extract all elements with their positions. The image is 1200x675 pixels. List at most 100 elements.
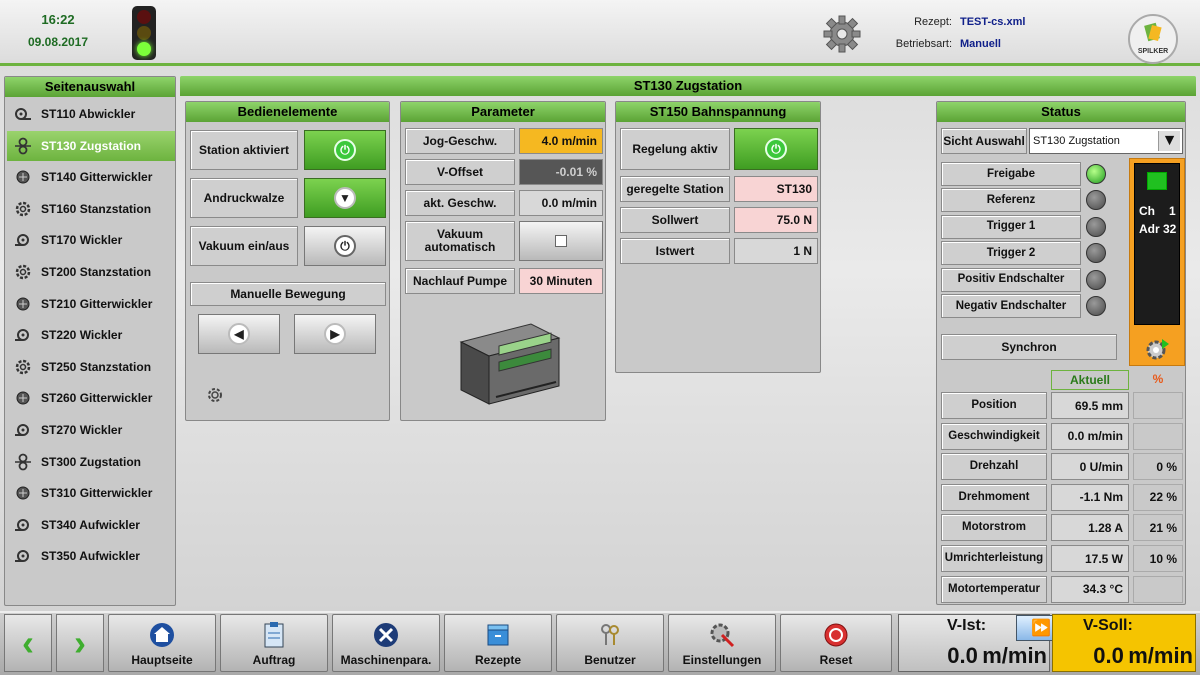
web-tension-panel: ST150 Bahnspannung Regelung aktiv ⏻ gere… bbox=[615, 101, 821, 373]
main-title: ST130 Zugstation bbox=[180, 76, 1196, 96]
sidebar-item-st340[interactable]: ST340 Aufwickler bbox=[7, 510, 175, 540]
sidebar-item-label: ST250 Stanzstation bbox=[41, 359, 152, 374]
machine-params-button[interactable]: Maschinenpara. bbox=[332, 614, 440, 672]
vacuum-toggle[interactable]: ⏻ bbox=[304, 226, 386, 266]
sidebar-item-label: ST350 Aufwickler bbox=[41, 549, 140, 564]
pump-runon-label: Nachlauf Pumpe bbox=[405, 268, 515, 294]
sidebar-item-label: ST200 Stanzstation bbox=[41, 265, 152, 279]
sidebar-item-st220[interactable]: ST220 Wickler bbox=[7, 320, 175, 350]
sidebar-item-st170[interactable]: ST170 Wickler bbox=[7, 225, 175, 255]
nav-back-button[interactable]: ‹ bbox=[4, 614, 52, 672]
v-ist-label: V-Ist: bbox=[947, 617, 987, 634]
measure-label: Geschwindigkeit bbox=[941, 422, 1047, 450]
tension-station-machine-image bbox=[451, 312, 566, 407]
grid-winder-icon bbox=[13, 167, 33, 187]
users-button[interactable]: Benutzer bbox=[556, 614, 664, 672]
parameter-panel: Parameter Jog-Geschw. 4.0 m/min V-Offset… bbox=[400, 101, 606, 421]
sidebar-item-st130[interactable]: ST130 Zugstation bbox=[7, 130, 175, 161]
controlled-station-input[interactable]: ST130 bbox=[734, 176, 818, 202]
gear-icon bbox=[13, 357, 33, 377]
sidebar-item-st260[interactable]: ST260 Gitterwickler bbox=[7, 383, 175, 413]
measure-percent bbox=[1133, 392, 1183, 419]
station-active-toggle[interactable]: ⏻ bbox=[304, 130, 386, 170]
traffic-green-lamp bbox=[137, 42, 151, 56]
sidebar-item-st300[interactable]: ST300 Zugstation bbox=[7, 447, 175, 477]
address-value: 32 bbox=[1163, 222, 1177, 236]
vacuum-auto-checkbox[interactable] bbox=[519, 221, 603, 261]
sidebar-item-label: ST340 Aufwickler bbox=[41, 517, 140, 532]
view-select-label: Sicht Auswahl bbox=[941, 128, 1027, 154]
channel-label: Ch bbox=[1139, 204, 1155, 218]
sidebar-item-st270[interactable]: ST270 Wickler bbox=[7, 415, 175, 445]
sidebar-item-label: ST160 Stanzstation bbox=[41, 201, 152, 216]
gear-icon bbox=[13, 262, 33, 282]
sidebar-item-st310[interactable]: ST310 Gitterwickler bbox=[7, 478, 175, 508]
view-select-dropdown[interactable]: ST130 Zugstation ▼ bbox=[1029, 128, 1183, 154]
move-right-button[interactable]: ▶ bbox=[294, 314, 376, 354]
sidebar-item-st160[interactable]: ST160 Stanzstation bbox=[7, 194, 175, 224]
sidebar-item-st200[interactable]: ST200 Stanzstation bbox=[7, 257, 175, 287]
jog-speed-input[interactable]: 4.0 m/min bbox=[519, 128, 603, 154]
recipes-button[interactable]: Rezepte bbox=[444, 614, 552, 672]
measure-percent: 22 % bbox=[1133, 483, 1183, 511]
setpoint-input[interactable]: 75.0 N bbox=[734, 207, 818, 233]
parameter-title: Parameter bbox=[401, 102, 605, 122]
controlled-station-label: geregelte Station bbox=[620, 176, 730, 202]
settings-wrench-icon bbox=[708, 621, 736, 649]
v-ist-value: 0.0 m/min bbox=[947, 643, 1047, 668]
grid-winder-icon bbox=[13, 388, 33, 408]
arrow-left-icon: ◀ bbox=[228, 323, 250, 345]
v-soll-display[interactable]: V-Soll: 0.0 m/min bbox=[1052, 614, 1196, 672]
status-led-icon bbox=[1086, 296, 1106, 316]
winder-icon bbox=[13, 546, 33, 566]
vacuum-label: Vakuum ein/aus bbox=[190, 226, 298, 266]
measure-label: Drehmoment bbox=[941, 483, 1047, 511]
main-title-bar: ST130 Zugstation bbox=[180, 76, 1196, 96]
sidebar-item-st140[interactable]: ST140 Gitterwickler bbox=[7, 162, 175, 192]
home-button[interactable]: Hauptseite bbox=[108, 614, 216, 672]
settings-button[interactable]: Einstellungen bbox=[668, 614, 776, 672]
controls-title: Bedienelemente bbox=[186, 102, 389, 122]
v-soll-value: 0.0 m/min bbox=[1093, 643, 1193, 668]
power-icon: ⏻ bbox=[334, 139, 356, 161]
control-active-toggle[interactable]: ⏻ bbox=[734, 128, 818, 170]
sidebar-item-label: ST270 Wickler bbox=[41, 423, 123, 437]
reset-button[interactable]: Reset bbox=[780, 614, 892, 672]
actual-value-label: Istwert bbox=[620, 238, 730, 264]
jog-speed-label: Jog-Geschw. bbox=[405, 128, 515, 154]
move-left-button[interactable]: ◀ bbox=[198, 314, 280, 354]
status-led-icon bbox=[1086, 243, 1106, 264]
traffic-yellow-lamp bbox=[137, 26, 151, 40]
recipe-box-icon bbox=[484, 621, 512, 649]
signal-label: Positiv Endschalter bbox=[941, 267, 1081, 292]
status-led-icon bbox=[1086, 164, 1106, 184]
measure-value: 0.0 m/min bbox=[1051, 422, 1129, 450]
nav-forward-button[interactable]: › bbox=[56, 614, 104, 672]
signal-label: Freigabe bbox=[941, 162, 1081, 186]
tension-icon bbox=[13, 136, 33, 156]
tension-icon bbox=[13, 452, 33, 472]
chevron-right-icon: › bbox=[74, 622, 86, 663]
sidebar-item-st350[interactable]: ST350 Aufwickler bbox=[7, 541, 175, 571]
measure-value: 0 U/min bbox=[1051, 453, 1129, 481]
control-active-label: Regelung aktiv bbox=[620, 128, 730, 170]
status-panel: Status Sicht Auswahl ST130 Zugstation ▼ … bbox=[936, 101, 1186, 605]
signal-label: Trigger 2 bbox=[941, 241, 1081, 266]
sidebar-item-st110[interactable]: ST110 Abwickler bbox=[7, 99, 175, 129]
order-button[interactable]: Auftrag bbox=[220, 614, 328, 672]
traffic-red-lamp bbox=[137, 10, 151, 24]
pressure-roller-toggle[interactable]: ▼ bbox=[304, 178, 386, 218]
machine-params-label: Maschinenpara. bbox=[340, 653, 432, 667]
measure-percent: 10 % bbox=[1133, 545, 1183, 572]
order-clipboard-icon bbox=[260, 621, 288, 649]
pump-runon-input[interactable]: 30 Minuten bbox=[519, 268, 603, 294]
winder-icon bbox=[13, 515, 33, 535]
synchron-button[interactable]: Synchron bbox=[941, 334, 1117, 360]
sidebar-item-st250[interactable]: ST250 Stanzstation bbox=[7, 352, 175, 382]
v-soll-label: V-Soll: bbox=[1083, 617, 1133, 634]
winder-icon bbox=[13, 420, 33, 440]
sidebar-item-st210[interactable]: ST210 Gitterwickler bbox=[7, 289, 175, 319]
settings-gear-icon[interactable] bbox=[204, 384, 226, 406]
drive-gear-icon[interactable] bbox=[1144, 337, 1170, 361]
actual-value: 1 N bbox=[734, 238, 818, 264]
